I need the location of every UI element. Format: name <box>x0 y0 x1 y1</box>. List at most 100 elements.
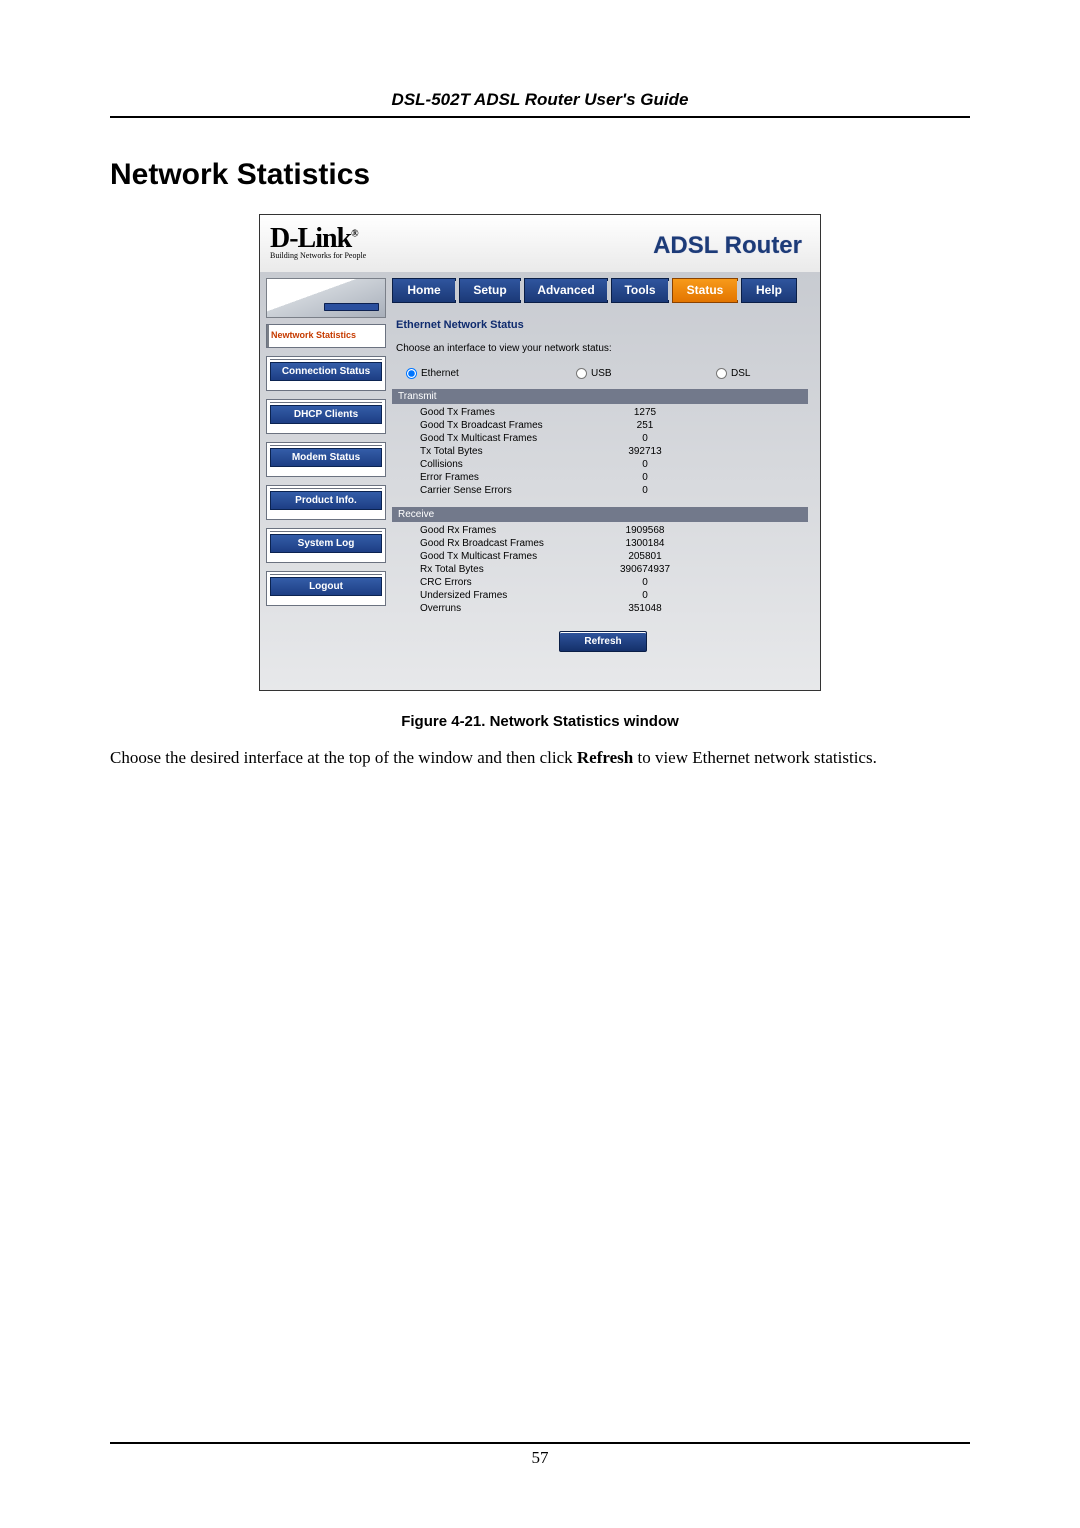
stat-value: 251 <box>600 419 690 432</box>
screenshot-header: D-Link® Building Networks for People ADS… <box>260 215 820 272</box>
tab-setup[interactable]: Setup <box>459 278 521 303</box>
radio-ethernet-label: Ethernet <box>421 368 459 379</box>
interface-radios: Ethernet USB DSL <box>406 368 814 379</box>
table-row: Good Tx Broadcast Frames251 <box>420 419 690 432</box>
radio-dsl-label: DSL <box>731 368 750 379</box>
page-footer: 57 <box>110 1442 970 1468</box>
stat-value: 0 <box>600 432 690 445</box>
transmit-table: Good Tx Frames1275 Good Tx Broadcast Fra… <box>420 406 690 497</box>
stat-label: Good Rx Frames <box>420 524 600 537</box>
stat-label: Good Tx Frames <box>420 406 600 419</box>
stat-label: Tx Total Bytes <box>420 445 600 458</box>
stat-label: Collisions <box>420 458 600 471</box>
radio-ethernet-input[interactable] <box>406 368 417 379</box>
table-row: Good Tx Multicast Frames0 <box>420 432 690 445</box>
stat-label: Good Tx Broadcast Frames <box>420 419 600 432</box>
body-text-pre: Choose the desired interface at the top … <box>110 748 577 767</box>
stat-label: Overruns <box>420 602 600 615</box>
document-page: DSL-502T ADSL Router User's Guide Networ… <box>0 0 1080 1528</box>
tab-help[interactable]: Help <box>741 278 797 303</box>
brand-tagline: Building Networks for People <box>270 251 366 260</box>
sidebar-item-modem-status[interactable]: Modem Status <box>270 448 382 467</box>
table-row: Undersized Frames0 <box>420 589 690 602</box>
brand-logo: D-Link® Building Networks for People <box>270 223 366 260</box>
stat-value: 1300184 <box>600 537 690 550</box>
stat-value: 1909568 <box>600 524 690 537</box>
footer-rule <box>110 1442 970 1444</box>
sidebar-current: Newtwork Statistics <box>266 324 386 348</box>
radio-usb-input[interactable] <box>576 368 587 379</box>
table-row: Overruns351048 <box>420 602 690 615</box>
router-title: ADSL Router <box>653 232 802 260</box>
receive-table: Good Rx Frames1909568 Good Rx Broadcast … <box>420 524 690 615</box>
sidebar-group-4: Product Info. <box>266 485 386 520</box>
radio-usb[interactable]: USB <box>576 368 716 379</box>
stat-label: Undersized Frames <box>420 589 600 602</box>
receive-header: Receive <box>392 507 808 522</box>
stat-value: 1275 <box>600 406 690 419</box>
top-tabs: Home Setup Advanced Tools Status Help <box>392 272 814 319</box>
section-title: Network Statistics <box>110 158 970 192</box>
tab-advanced[interactable]: Advanced <box>524 278 608 303</box>
stat-value: 0 <box>600 458 690 471</box>
body-paragraph: Choose the desired interface at the top … <box>110 747 970 770</box>
device-image <box>266 278 386 318</box>
tab-status[interactable]: Status <box>672 278 738 303</box>
stat-value: 392713 <box>600 445 690 458</box>
panel-title: Ethernet Network Status <box>396 319 814 331</box>
sidebar-item-dhcp-clients[interactable]: DHCP Clients <box>270 405 382 424</box>
sidebar-item-logout[interactable]: Logout <box>270 577 382 596</box>
table-row: Good Tx Multicast Frames205801 <box>420 550 690 563</box>
stat-label: Good Tx Multicast Frames <box>420 432 600 445</box>
brand-name: D-Link <box>270 223 351 254</box>
body-text-bold: Refresh <box>577 748 633 767</box>
table-row: CRC Errors0 <box>420 576 690 589</box>
radio-dsl-input[interactable] <box>716 368 727 379</box>
sidebar-item-connection-status[interactable]: Connection Status <box>270 362 382 381</box>
sidebar-group-3: Modem Status <box>266 442 386 477</box>
stat-value: 0 <box>600 484 690 497</box>
sidebar-item-product-info[interactable]: Product Info. <box>270 491 382 510</box>
stat-value: 0 <box>600 576 690 589</box>
transmit-header: Transmit <box>392 389 808 404</box>
page-number: 57 <box>532 1448 549 1467</box>
table-row: Collisions0 <box>420 458 690 471</box>
stat-label: Good Rx Broadcast Frames <box>420 537 600 550</box>
tab-tools[interactable]: Tools <box>611 278 669 303</box>
radio-ethernet[interactable]: Ethernet <box>406 368 576 379</box>
table-row: Good Rx Frames1909568 <box>420 524 690 537</box>
sidebar: Newtwork Statistics Connection Status DH… <box>260 272 392 652</box>
stat-value: 0 <box>600 471 690 484</box>
table-row: Tx Total Bytes392713 <box>420 445 690 458</box>
table-row: Good Rx Broadcast Frames1300184 <box>420 537 690 550</box>
stat-value: 0 <box>600 589 690 602</box>
table-row: Error Frames0 <box>420 471 690 484</box>
refresh-wrap: Refresh <box>392 617 814 652</box>
screenshot-body: Newtwork Statistics Connection Status DH… <box>260 272 820 690</box>
table-row: Rx Total Bytes390674937 <box>420 563 690 576</box>
table-row: Good Tx Frames1275 <box>420 406 690 419</box>
table-row: Carrier Sense Errors0 <box>420 484 690 497</box>
refresh-button[interactable]: Refresh <box>559 631 647 652</box>
sidebar-group-6: Logout <box>266 571 386 606</box>
radio-dsl[interactable]: DSL <box>716 368 750 379</box>
main-panel: Home Setup Advanced Tools Status Help Et… <box>392 272 820 652</box>
stat-label: Error Frames <box>420 471 600 484</box>
sidebar-group-2: DHCP Clients <box>266 399 386 434</box>
radio-usb-label: USB <box>591 368 612 379</box>
stat-label: CRC Errors <box>420 576 600 589</box>
sidebar-group-1: Connection Status <box>266 356 386 391</box>
stat-value: 390674937 <box>600 563 690 576</box>
stat-value: 351048 <box>600 602 690 615</box>
body-text-post: to view Ethernet network statistics. <box>633 748 877 767</box>
stat-value: 205801 <box>600 550 690 563</box>
doc-header: DSL-502T ADSL Router User's Guide <box>110 90 970 116</box>
tab-home[interactable]: Home <box>392 278 456 303</box>
stat-label: Rx Total Bytes <box>420 563 600 576</box>
stat-label: Carrier Sense Errors <box>420 484 600 497</box>
sidebar-group-5: System Log <box>266 528 386 563</box>
stat-label: Good Tx Multicast Frames <box>420 550 600 563</box>
sidebar-item-system-log[interactable]: System Log <box>270 534 382 553</box>
header-rule <box>110 116 970 118</box>
figure-caption: Figure 4-21. Network Statistics window <box>110 713 970 730</box>
